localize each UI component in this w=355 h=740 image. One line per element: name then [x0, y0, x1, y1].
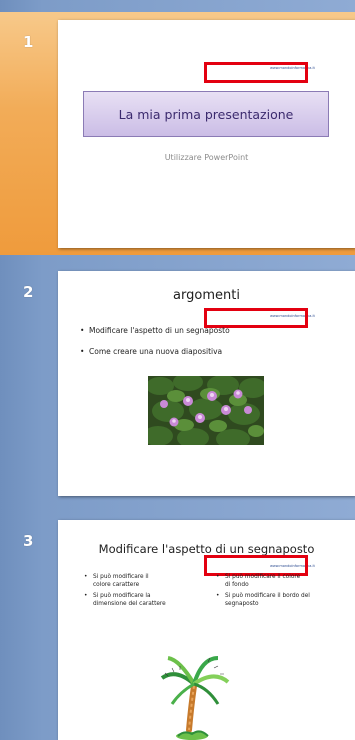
- highlight-box: [204, 62, 308, 83]
- slide-thumbnail-3[interactable]: Modificare l'aspetto di un segnaposto ww…: [58, 520, 355, 740]
- bullet-item: Si può modificare il colore di fondo: [216, 574, 325, 589]
- slide-title: La mia prima presentazione: [118, 106, 294, 122]
- bullet-list-left: Si può modificare il colore carattere Si…: [84, 574, 167, 612]
- thumbnail-row-3[interactable]: 3 Modificare l'aspetto di un segnaposto …: [0, 515, 355, 740]
- slide-title: Modificare l'aspetto di un segnaposto: [98, 542, 315, 556]
- highlight-box: [204, 555, 308, 576]
- highlight-box: [204, 308, 308, 328]
- thumbnail-row-2[interactable]: 2 argomenti www.mondoinformatica.it Modi…: [0, 268, 355, 500]
- slide-number: 1: [23, 33, 34, 51]
- slide-number: 3: [23, 532, 34, 550]
- bullet-item: Modificare l'aspetto di un segnaposto: [80, 326, 230, 335]
- slide-number: 2: [23, 283, 34, 301]
- bullet-item: Si può modificare il colore carattere: [84, 574, 167, 589]
- slide-thumbnail-pane[interactable]: 1 www.mondoinformatica.it La mia prima p…: [0, 0, 355, 740]
- title-placeholder: La mia prima presentazione: [83, 91, 329, 137]
- bullet-item: Si può modificare il bordo del segnapost…: [216, 593, 325, 608]
- bullet-item: Si può modificare la dimensione del cara…: [84, 593, 167, 608]
- flowers-picture-icon: [148, 376, 264, 445]
- slide-title: argomenti: [173, 288, 240, 303]
- bullet-list: Modificare l'aspetto di un segnaposto Co…: [80, 326, 230, 368]
- palm-tree-clipart-icon: [160, 656, 230, 740]
- thumbnail-row-1[interactable]: 1 www.mondoinformatica.it La mia prima p…: [0, 12, 355, 255]
- bullet-list-right: Si può modificare il colore di fondo Si …: [216, 574, 325, 612]
- bullet-item: Come creare una nuova diapositiva: [80, 347, 230, 356]
- slide-thumbnail-1[interactable]: www.mondoinformatica.it La mia prima pre…: [58, 20, 355, 248]
- slide-thumbnail-2[interactable]: argomenti www.mondoinformatica.it Modifi…: [58, 271, 355, 496]
- slide-subtitle: Utilizzare PowerPoint: [164, 153, 249, 162]
